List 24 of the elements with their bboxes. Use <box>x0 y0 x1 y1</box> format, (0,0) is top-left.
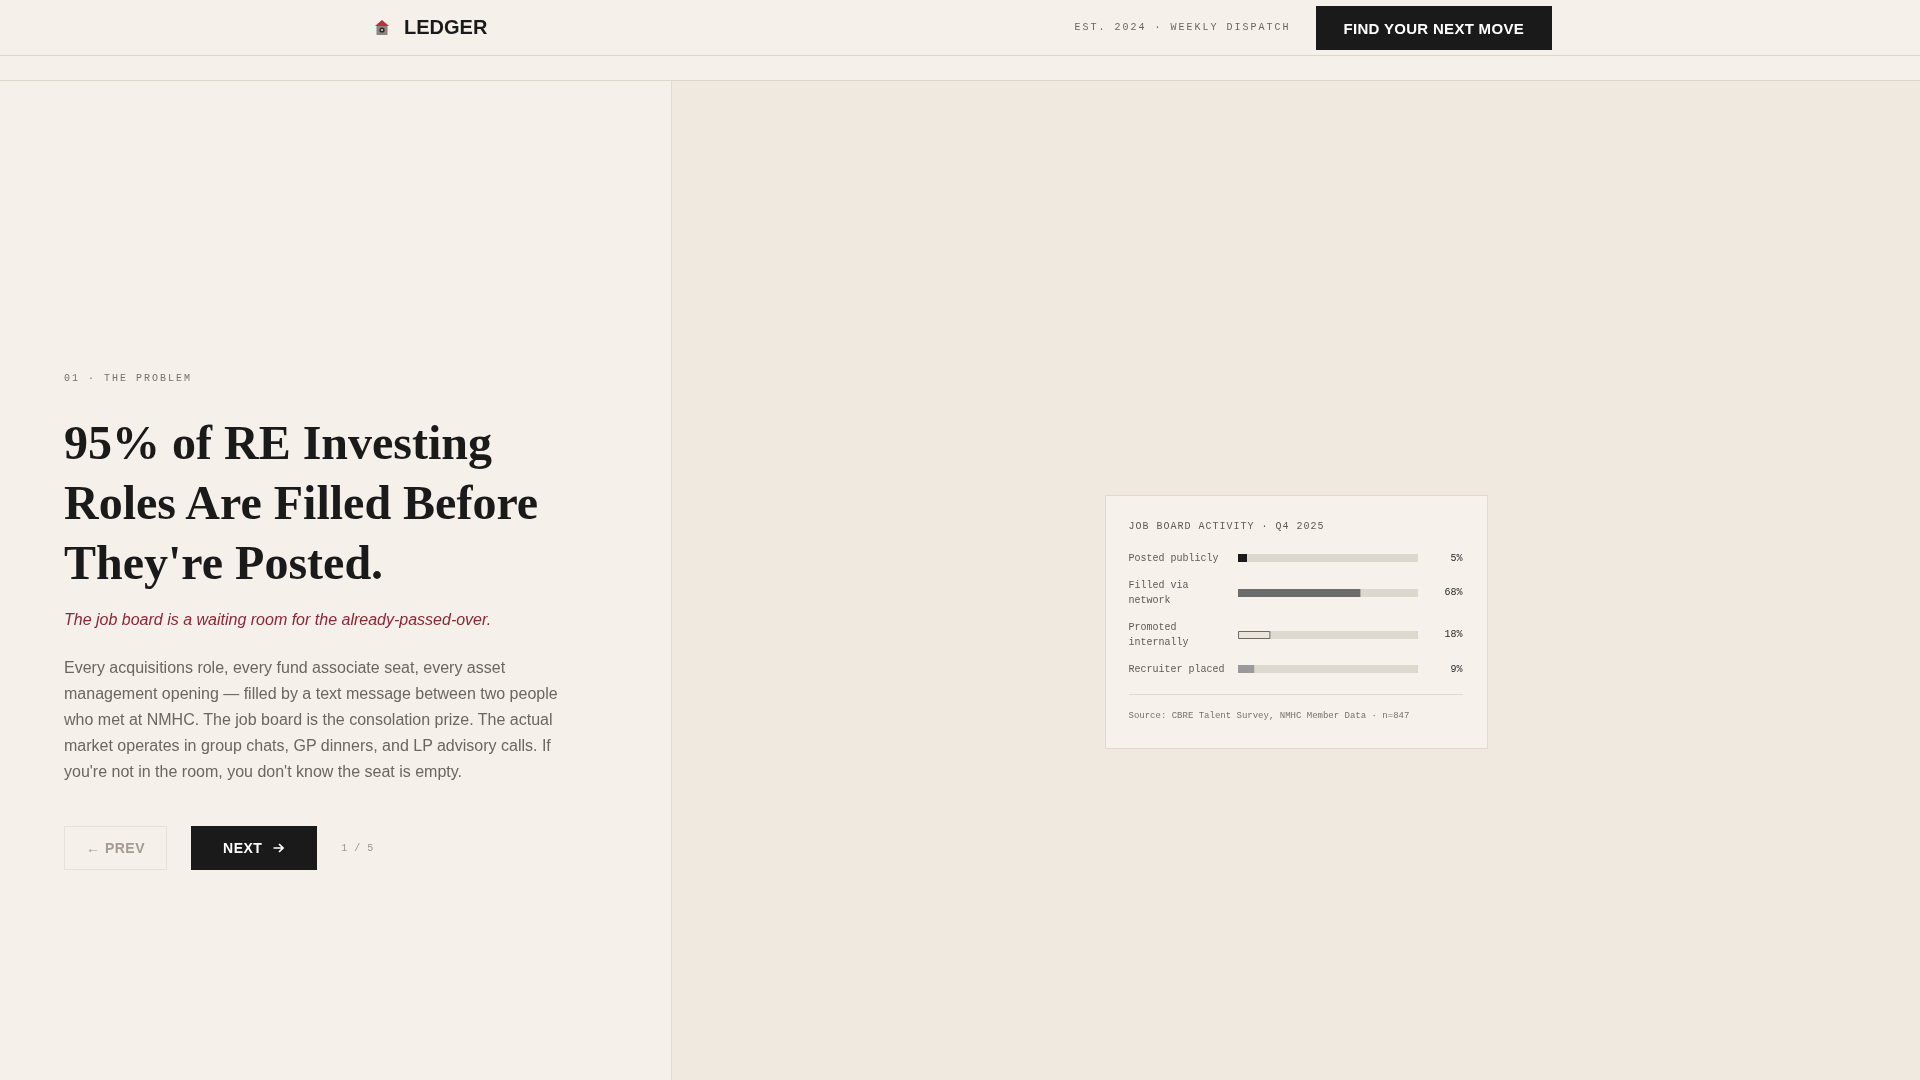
tagline: EST. 2024 · WEEKLY DISPATCH <box>1074 22 1291 33</box>
next-button[interactable]: NEXT <box>191 826 318 870</box>
chart-bar <box>1237 630 1270 639</box>
bar-value: 5% <box>1449 551 1463 566</box>
bar-label: Filled via network <box>1128 578 1190 608</box>
section-label: 01 · THE PROBLEM <box>64 373 193 385</box>
chart-bar <box>1237 554 1247 562</box>
chart-bar <box>1237 665 1254 673</box>
bar-label: Recruiter placed <box>1128 662 1226 677</box>
bar-label: Promoted internally <box>1128 620 1190 650</box>
brand-name: LEDGER <box>404 16 488 39</box>
slide-tagline: The job board is a waiting room for the already-passed-over. <box>64 610 493 630</box>
house-icon <box>375 20 389 35</box>
slide-heading: 95% of RE Investing Roles Are Filled Before They're Posted. <box>64 415 540 591</box>
bar-value: 9% <box>1449 662 1463 677</box>
slide-counter: 1 / 5 <box>341 842 374 854</box>
bar-label: Posted publicly <box>1128 551 1220 566</box>
chart-title: JOB BOARD ACTIVITY · Q4 2025 <box>1128 520 1326 533</box>
body-paragraph: Every acquisitions role, every fund associate seat, every asset management opening — filled by a text message between two people who met at NMHC. The job board is the consolation prize. The actual market operates in group chats, GP dinners, and LP advisory calls. If you're not in the room, you don't know the seat is empty. <box>64 658 559 782</box>
cta-button[interactable]: FIND YOUR NEXT MOVE <box>1315 6 1552 50</box>
bar-value: 68% <box>1443 586 1463 600</box>
arrow-right-icon <box>273 843 285 853</box>
bar-value: 18% <box>1443 628 1463 642</box>
source-note: Source: CBRE Talent Survey, NMHC Member Data · n=847 <box>1128 710 1411 722</box>
